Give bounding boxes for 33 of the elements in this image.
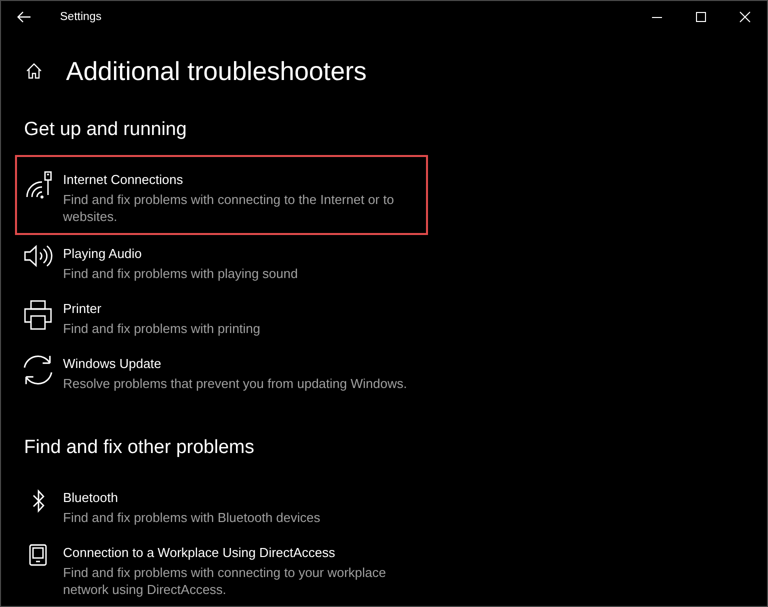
item-title: Internet Connections bbox=[63, 171, 183, 189]
item-title: Playing Audio bbox=[63, 245, 142, 263]
section-heading: Get up and running bbox=[24, 118, 188, 142]
troubleshooter-item[interactable]: Bluetooth Find and fix problems with Bluetooth devices bbox=[15, 479, 428, 532]
window-title: Settings bbox=[60, 10, 102, 24]
section-heading: Find and fix other problems bbox=[24, 436, 256, 460]
printer-icon bbox=[24, 300, 52, 330]
speaker-icon bbox=[24, 245, 52, 267]
item-description: Resolve problems that prevent you from updating Windows. bbox=[63, 374, 407, 392]
item-description: Find and fix problems with printing bbox=[63, 320, 260, 336]
item-description: Find and fix problems with connecting to your workplace network using DirectAccess. bbox=[63, 564, 387, 598]
wifi-plug-icon bbox=[24, 171, 52, 199]
item-description: Find and fix problems with playing sound bbox=[63, 264, 298, 282]
troubleshooter-item[interactable]: Printer Find and fix problems with printing bbox=[15, 290, 428, 343]
back-arrow-icon bbox=[17, 11, 31, 23]
troubleshooter-item[interactable]: Playing Audio Find and fix problems with playing sound bbox=[15, 235, 428, 288]
refresh-icon bbox=[23, 355, 53, 385]
item-title: Bluetooth bbox=[63, 489, 118, 507]
troubleshooter-item[interactable]: Internet Connections Find and fix problems with connecting to the Internet or to websites. bbox=[15, 155, 428, 235]
item-title: Windows Update bbox=[63, 355, 162, 373]
item-description: Find and fix problems with Bluetooth devices bbox=[63, 508, 320, 526]
home-icon bbox=[26, 63, 42, 79]
item-title: Connection to a Workplace Using DirectAccess bbox=[63, 544, 336, 562]
phone-icon bbox=[29, 544, 47, 566]
troubleshooter-item[interactable]: Connection to a Workplace Using DirectAccess Find and fix problems with connecting to your workplace network using DirectAccess. bbox=[15, 534, 428, 604]
item-description: Find and fix problems with connecting to the Internet or to websites. bbox=[63, 190, 395, 224]
close-icon bbox=[740, 12, 750, 22]
minimize-icon bbox=[652, 16, 662, 18]
bluetooth-icon bbox=[32, 489, 44, 513]
troubleshooter-item[interactable]: Windows Update Resolve problems that prevent you from updating Windows. bbox=[15, 345, 428, 398]
item-title: Printer bbox=[63, 300, 102, 318]
maximize-icon bbox=[696, 12, 706, 22]
page-title: Additional troubleshooters bbox=[66, 55, 367, 88]
